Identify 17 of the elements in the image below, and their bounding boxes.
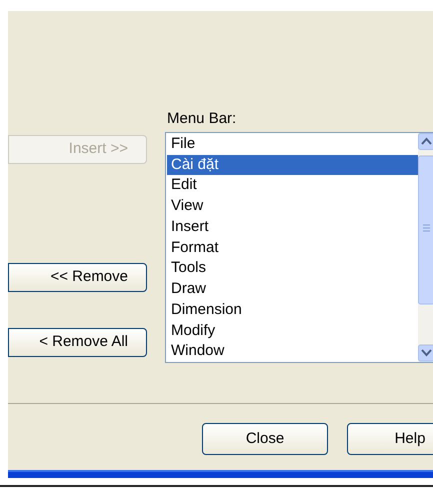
- menu-list-item[interactable]: Edit: [167, 175, 418, 196]
- scrollbar-drawing[interactable]: [418, 133, 433, 362]
- menu-list-item[interactable]: Insert: [167, 216, 418, 238]
- dialog-button[interactable]: Help: [347, 423, 433, 455]
- menu-list-item[interactable]: Draw: [167, 279, 418, 300]
- menu-list-item[interactable]: Cài đặt: [167, 154, 418, 176]
- menu-list-item[interactable]: Tools: [167, 258, 418, 280]
- menu-list-item[interactable]: File: [167, 134, 418, 155]
- menu-list-item[interactable]: Format: [167, 238, 418, 258]
- menu-list-item[interactable]: Dimension: [167, 300, 418, 321]
- list-action-button[interactable]: < Remove All: [8, 328, 147, 357]
- menu-list-item[interactable]: Window: [167, 341, 418, 362]
- dialog-button[interactable]: Close: [202, 423, 328, 455]
- menu-list-item[interactable]: View: [167, 196, 418, 217]
- menu-list-item[interactable]: Modify: [167, 320, 418, 342]
- list-label: Menu Bar:: [167, 109, 236, 129]
- list-action-button[interactable]: << Remove: [8, 263, 147, 292]
